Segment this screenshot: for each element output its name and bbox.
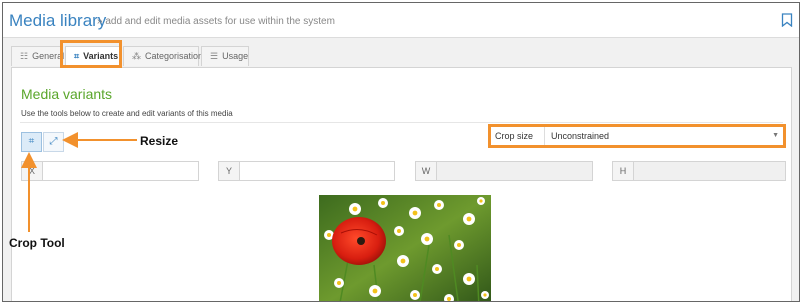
sliders-icon: ☷ (20, 51, 29, 61)
resize-tool-button[interactable]: ⤢ (43, 132, 64, 152)
section-description: Use the tools below to create and edit v… (21, 109, 233, 118)
crop-tool-button[interactable]: ⌗ (21, 132, 42, 152)
tab-usage[interactable]: ☰ Usage (201, 46, 249, 66)
x-input[interactable] (43, 162, 198, 180)
x-label: X (22, 162, 43, 180)
resize-icon: ⤢ (49, 136, 58, 147)
section-title: Media variants (21, 86, 113, 102)
variants-tab-highlight (60, 40, 122, 68)
page-title: Media library (9, 11, 107, 30)
h-field: H (612, 161, 786, 181)
caret-down-icon: ▼ (772, 132, 779, 139)
resize-annotation: Resize (140, 134, 179, 148)
tab-label: Categorisation (145, 51, 204, 61)
h-label: H (613, 162, 634, 180)
tab-label: Usage (222, 51, 249, 61)
divider (20, 122, 783, 123)
bookmark-icon[interactable] (781, 13, 793, 27)
x-field: X (21, 161, 199, 181)
y-label: Y (219, 162, 240, 180)
page-subtitle: » add and edit media assets for use with… (97, 16, 335, 27)
crop-icon: ⌗ (28, 136, 35, 147)
content-area: ☷ General ⌗ Variants ⁂ Categorisation ☰ Usag… (3, 38, 799, 301)
w-input[interactable] (437, 162, 592, 180)
variants-panel: Media variants Use the tools below to cr… (11, 67, 792, 301)
crop-size-value: Unconstrained (551, 131, 610, 141)
tab-categorisation[interactable]: ⁂ Categorisation (123, 46, 203, 66)
list-icon: ☰ (210, 51, 219, 61)
page-header: Media library » add and edit media asset… (3, 3, 799, 38)
media-preview-image[interactable] (319, 195, 491, 301)
y-field: Y (218, 161, 395, 181)
tab-general[interactable]: ☷ General (11, 46, 64, 66)
w-label: W (416, 162, 437, 180)
h-input[interactable] (634, 162, 785, 180)
crop-size-select[interactable]: Crop size Unconstrained ▼ (488, 124, 786, 148)
y-input[interactable] (240, 162, 394, 180)
flower-photo (319, 195, 491, 301)
hierarchy-icon: ⁂ (132, 51, 141, 61)
w-field: W (415, 161, 593, 181)
crop-size-label: Crop size (491, 127, 545, 145)
crop-tool-annotation: Crop Tool (9, 236, 65, 250)
